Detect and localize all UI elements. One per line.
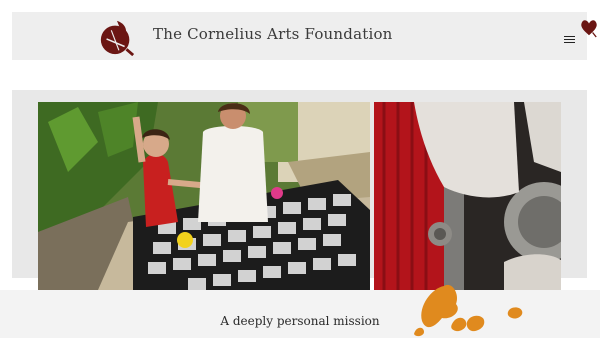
site-title[interactable]: The Cornelius Arts Foundation <box>153 25 393 43</box>
hamburger-menu-icon[interactable] <box>564 36 575 45</box>
gloved-hands-on-camera-photo <box>374 102 561 290</box>
cornelius-logo-icon[interactable] <box>98 18 136 56</box>
heart-icon[interactable] <box>580 18 598 38</box>
paint-splash-icon <box>414 284 523 337</box>
site-header: The Cornelius Arts Foundation <box>12 12 587 60</box>
child-and-woman-with-photo-grid-photo <box>38 102 370 290</box>
